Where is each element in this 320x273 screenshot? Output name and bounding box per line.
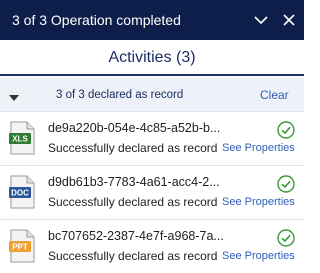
see-properties-link[interactable]: See Properties <box>222 141 295 155</box>
status-text: Successfully declared as record <box>48 141 218 155</box>
title-text: 3 of 3 Operation completed <box>12 12 181 28</box>
status-text: Successfully declared as record <box>48 195 218 209</box>
caret-down-icon[interactable] <box>8 90 20 101</box>
activities-heading: Activities (3) <box>108 49 196 66</box>
file-type-label: DOC <box>11 189 29 198</box>
file-type-label: XLS <box>12 135 28 144</box>
file-name: bc707652-2387-4e7f-a968-7a... <box>48 229 224 243</box>
summary-text: 3 of 3 declared as record <box>56 89 184 101</box>
activities-header: Activities (3) <box>0 40 304 76</box>
powerpoint-file-icon: PPT <box>8 229 36 263</box>
file-name: d9db61b3-7783-4a61-acc4-2... <box>48 175 220 189</box>
list-item: DOC d9db61b3-7783-4a61-acc4-2... Success… <box>0 166 304 220</box>
close-icon[interactable] <box>279 10 299 30</box>
file-name: de9a220b-054e-4c85-a52b-b... <box>48 121 221 135</box>
check-circle-icon <box>277 175 295 193</box>
clear-button[interactable]: Clear <box>260 89 289 102</box>
file-type-label: PPT <box>12 243 28 252</box>
list-item: PPT bc707652-2387-4e7f-a968-7a... Succes… <box>0 220 304 273</box>
see-properties-link[interactable]: See Properties <box>222 195 295 209</box>
operation-panel: 3 of 3 Operation completed Activities (3… <box>0 0 304 273</box>
check-circle-icon <box>277 229 295 247</box>
activity-list: XLS de9a220b-054e-4c85-a52b-b... Success… <box>0 112 304 273</box>
summary-row: 3 of 3 declared as record Clear <box>0 78 304 112</box>
excel-file-icon: XLS <box>8 121 36 155</box>
status-text: Successfully declared as record <box>48 249 218 263</box>
list-item: XLS de9a220b-054e-4c85-a52b-b... Success… <box>0 112 304 166</box>
title-bar: 3 of 3 Operation completed <box>0 0 304 40</box>
word-file-icon: DOC <box>8 175 36 209</box>
check-circle-icon <box>277 121 295 139</box>
chevron-down-icon[interactable] <box>251 10 271 30</box>
see-properties-link[interactable]: See Properties <box>222 249 295 263</box>
